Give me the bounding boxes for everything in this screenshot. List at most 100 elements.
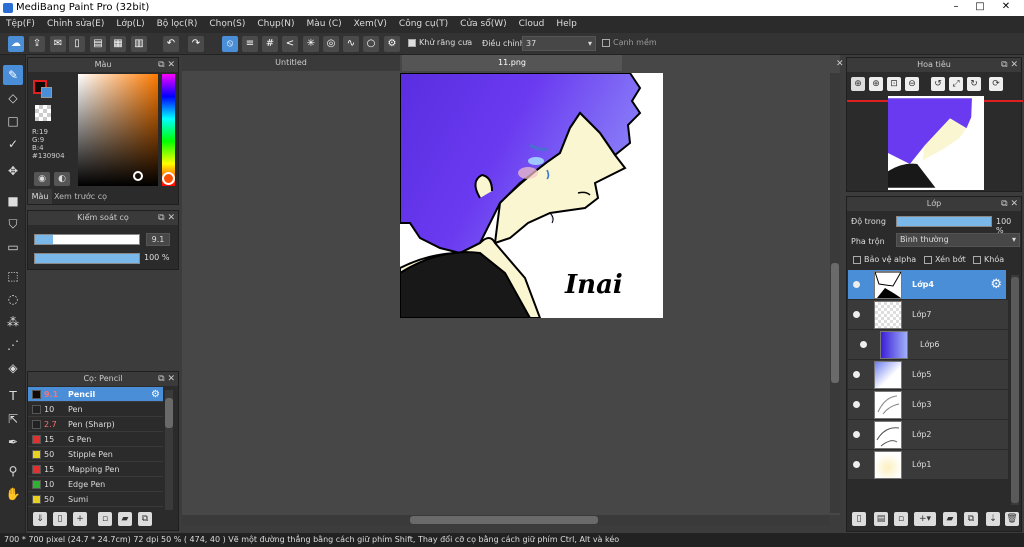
minimize-button[interactable]: –: [944, 0, 968, 15]
clipping-toggle[interactable]: Xén bớt: [924, 255, 966, 264]
lasso-tool-icon[interactable]: ◌: [3, 289, 23, 309]
comment-icon[interactable]: ✉: [50, 36, 66, 52]
tab-11-png[interactable]: 11.png: [402, 55, 622, 71]
folder-icon[interactable]: ▰: [118, 512, 132, 526]
menu-color[interactable]: Màu (C): [301, 16, 348, 33]
antialias-toggle[interactable]: Khử răng cưa: [408, 38, 472, 47]
zoom-out-icon[interactable]: ⊖: [905, 77, 919, 91]
cross-snap-icon[interactable]: #: [262, 36, 278, 52]
gradient-tool-icon[interactable]: ▭: [3, 237, 23, 257]
rotate-left-icon[interactable]: ↺: [931, 77, 945, 91]
magic-wand-icon[interactable]: ⁂: [3, 312, 23, 332]
select-brush-icon[interactable]: ⋰: [3, 335, 23, 355]
visibility-eye-icon[interactable]: [853, 461, 860, 468]
horizontal-scrollbar[interactable]: [182, 515, 830, 525]
copy-brush-icon[interactable]: ⧉: [138, 512, 152, 526]
color-settings-icon[interactable]: ◐: [54, 172, 70, 186]
brush-item-pen[interactable]: 10 Pen: [28, 402, 163, 417]
layer-settings-gear-icon[interactable]: ⚙: [990, 277, 1002, 292]
brush-item-sumi[interactable]: 50 Sumi: [28, 492, 163, 507]
antialias-checkbox[interactable]: [408, 38, 416, 47]
brush-list-scrollbar[interactable]: [165, 390, 173, 510]
visibility-eye-icon[interactable]: [853, 311, 860, 318]
new-layer-1bit-icon[interactable]: ▫: [894, 512, 908, 526]
brush-scroll-thumb[interactable]: [165, 398, 173, 428]
lock-toggle[interactable]: Khóa: [973, 255, 1004, 264]
fit-window-icon[interactable]: ⤢: [949, 77, 963, 91]
duplicate-layer-icon[interactable]: ⧉: [964, 512, 978, 526]
brush-settings-gear-icon[interactable]: ⚙: [151, 387, 160, 402]
undo-icon[interactable]: ↶: [163, 36, 179, 52]
layer-row-1[interactable]: Lớp1: [848, 450, 1008, 480]
parallel-snap-icon[interactable]: ≡: [242, 36, 258, 52]
brush-item-g-pen[interactable]: 15 G Pen: [28, 432, 163, 447]
brush-tool-icon[interactable]: ✎: [3, 65, 23, 85]
horizontal-scroll-thumb[interactable]: [410, 516, 598, 524]
maximize-button[interactable]: □: [968, 0, 992, 15]
menu-help[interactable]: Help: [550, 16, 583, 33]
layer-list-scrollbar[interactable]: [1011, 275, 1019, 505]
download-brush-icon[interactable]: ⇓: [33, 512, 47, 526]
select-eraser-icon[interactable]: ◈: [3, 358, 23, 378]
layer-row-7[interactable]: Lớp7: [848, 300, 1008, 330]
visibility-eye-icon[interactable]: [853, 431, 860, 438]
menu-select[interactable]: Chọn(S): [203, 16, 251, 33]
menu-view[interactable]: Xem(V): [348, 16, 393, 33]
layer-opacity-slider[interactable]: [896, 216, 992, 227]
new-layer-8bit-icon[interactable]: ▤: [874, 512, 888, 526]
snap-settings-icon[interactable]: ⚙: [384, 36, 400, 52]
layer-row-3[interactable]: Lớp3: [848, 390, 1008, 420]
menu-snap[interactable]: Chụp(N): [251, 16, 300, 33]
dot-tool-icon[interactable]: □: [3, 111, 23, 131]
adjust-select[interactable]: 37 ▾: [522, 36, 596, 51]
palette-icon[interactable]: ◉: [34, 172, 50, 186]
document-icon[interactable]: ▤: [90, 36, 106, 52]
menu-layer[interactable]: Lớp(L): [110, 16, 150, 33]
brush-item-mapping-pen[interactable]: 15 Mapping Pen: [28, 462, 163, 477]
zoom-in-icon[interactable]: ⊕: [869, 77, 883, 91]
brush-item-pencil[interactable]: 9.1 Pencil ⚙: [28, 387, 163, 402]
hue-slider[interactable]: [162, 74, 175, 186]
panel-options-icon[interactable]: ⧉ ✕: [1001, 197, 1018, 211]
artwork-canvas[interactable]: Inai: [400, 73, 663, 318]
brush-item-edge-pen[interactable]: 10 Edge Pen: [28, 477, 163, 492]
soft-edge-checkbox[interactable]: [602, 38, 610, 47]
cloud-icon[interactable]: ☁: [8, 36, 24, 52]
ellipse-snap-icon[interactable]: ○: [363, 36, 379, 52]
bucket-tool-icon[interactable]: ⛉: [3, 214, 23, 234]
snap-off-icon[interactable]: ⦸: [222, 36, 238, 52]
gallery-icon[interactable]: ▦: [110, 36, 126, 52]
radial-snap-icon[interactable]: ✳: [303, 36, 319, 52]
rect-select-icon[interactable]: ⬚: [3, 266, 23, 286]
size-slider[interactable]: [34, 234, 140, 245]
panel-options-icon[interactable]: ⧉ ✕: [1001, 58, 1018, 72]
blend-mode-select[interactable]: Bình thường ▾: [896, 233, 1020, 247]
redo-icon[interactable]: ↷: [188, 36, 204, 52]
operation-tool-icon[interactable]: ⇱: [3, 409, 23, 429]
select-pen-icon[interactable]: ✓: [3, 134, 23, 154]
secondary-color-swatch[interactable]: [41, 87, 52, 98]
new-brush-icon[interactable]: ▯: [53, 512, 67, 526]
saturation-value-picker[interactable]: [78, 74, 158, 186]
circle-snap-icon[interactable]: ◎: [323, 36, 339, 52]
zoom-fit-icon[interactable]: ⊕: [851, 77, 865, 91]
vanish-snap-icon[interactable]: <: [282, 36, 298, 52]
visibility-eye-icon[interactable]: [853, 371, 860, 378]
new-folder-icon[interactable]: ▰: [943, 512, 957, 526]
visibility-eye-icon[interactable]: [860, 341, 867, 348]
actual-size-icon[interactable]: ⊡: [887, 77, 901, 91]
soft-edge-toggle[interactable]: Cạnh mềm: [602, 38, 657, 47]
menu-file[interactable]: Tệp(F): [0, 16, 41, 33]
brush-item-pen-sharp[interactable]: 2.7 Pen (Sharp): [28, 417, 163, 432]
fill-tool-icon[interactable]: ■: [3, 191, 23, 211]
new-layer-icon[interactable]: ▯: [852, 512, 866, 526]
tab-untitled[interactable]: Untitled: [182, 55, 400, 71]
delete-layer-icon[interactable]: 🗑: [1005, 512, 1019, 526]
rotate-right-icon[interactable]: ↻: [967, 77, 981, 91]
size-value[interactable]: 9.1: [146, 233, 170, 246]
close-button[interactable]: ✕: [994, 0, 1018, 15]
grid-icon[interactable]: ▥: [131, 36, 147, 52]
upload-icon[interactable]: ⇪: [29, 36, 45, 52]
add-layer-menu-icon[interactable]: +▾: [914, 512, 936, 526]
rotate-reset-icon[interactable]: ⟳: [989, 77, 1003, 91]
